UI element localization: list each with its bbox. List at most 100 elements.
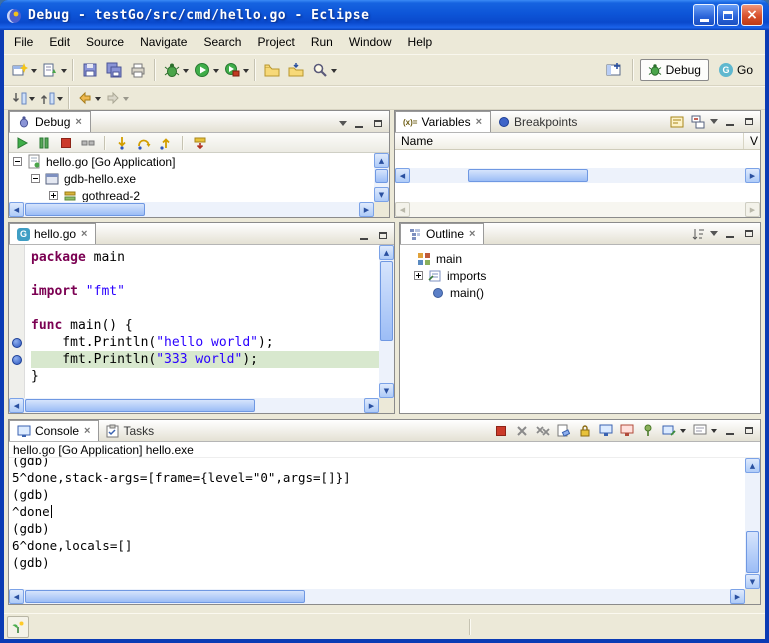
open-perspective-button[interactable] [602,58,626,82]
editor-gutter[interactable] [9,245,25,398]
scroll-up-icon[interactable]: ▲ [374,153,389,168]
menu-run[interactable]: Run [303,32,341,52]
new-wizard-button[interactable] [8,58,32,82]
dropdown-arrow[interactable] [29,97,35,104]
debug-horizontal-scrollbar[interactable]: ◀ ▶ [9,202,374,217]
minimize-window-button[interactable] [693,4,715,26]
scroll-left-icon[interactable]: ◀ [9,202,24,217]
code-line[interactable]: package main [31,249,379,266]
detail-horizontal-scrollbar[interactable]: ◀ ▶ [395,202,760,217]
code-line[interactable]: fmt.Println("333 world"); [31,351,379,368]
open-console-icon[interactable] [660,422,677,439]
clear-console-icon[interactable] [555,422,572,439]
scroll-left-icon[interactable]: ◀ [9,398,24,413]
code-line[interactable]: fmt.Println("hello world"); [31,334,379,351]
editor-code[interactable]: package main import "fmt" func main() { … [25,245,379,398]
gutter-line[interactable] [9,300,24,317]
scroll-left-icon[interactable]: ◀ [395,168,410,183]
status-tip-button[interactable] [7,616,29,638]
expand-expander-icon[interactable] [414,271,423,280]
remove-all-launches-icon[interactable] [534,422,551,439]
gutter-line[interactable] [9,351,24,368]
show-type-names-icon[interactable] [668,113,685,130]
close-tab-icon[interactable]: × [475,116,483,128]
view-menu-icon[interactable] [339,121,347,130]
dropdown-arrow[interactable] [331,69,337,76]
tree-row-thread[interactable]: gothread-2 [9,187,374,202]
scroll-thumb[interactable] [380,261,393,341]
scroll-right-icon[interactable]: ▶ [745,202,760,217]
close-tab-icon[interactable]: × [468,228,476,240]
terminate-button[interactable] [56,134,76,152]
display-selected-console-icon[interactable] [691,422,708,439]
column-value[interactable]: V [744,133,760,149]
scroll-down-icon[interactable]: ▼ [379,383,394,398]
view-menu-icon[interactable] [710,119,718,128]
column-name[interactable]: Name [395,133,744,149]
view-menu-icon[interactable] [710,231,718,240]
disconnect-button[interactable] [78,134,98,152]
close-window-button[interactable]: × [741,4,763,26]
close-tab-icon[interactable]: × [74,116,82,128]
pin-console-icon[interactable] [639,422,656,439]
collapse-expander-icon[interactable] [31,174,40,183]
variables-horizontal-scrollbar[interactable]: ◀ ▶ [395,168,760,183]
collapse-all-icon[interactable] [689,113,706,130]
debug-vertical-scrollbar[interactable]: ▲ ▼ [374,153,389,202]
step-over-button[interactable] [134,134,154,152]
maximize-view-button[interactable] [741,227,756,240]
scroll-thumb[interactable] [25,399,255,412]
minimize-view-button[interactable] [722,424,737,437]
gutter-line[interactable] [9,317,24,334]
scroll-thumb[interactable] [468,169,588,182]
dropdown-arrow[interactable] [183,69,189,76]
import-folder-button[interactable] [284,58,308,82]
maximize-view-button[interactable] [741,424,756,437]
scroll-right-icon[interactable]: ▶ [359,202,374,217]
scroll-lock-icon[interactable] [576,422,593,439]
minimize-view-button[interactable] [722,115,737,128]
outline-row-package[interactable]: main [400,250,760,267]
console-horizontal-scrollbar[interactable]: ◀ ▶ [9,589,745,604]
dropdown-arrow[interactable] [31,69,37,76]
menu-source[interactable]: Source [78,32,132,52]
variables-tree[interactable] [395,150,760,168]
scroll-down-icon[interactable]: ▼ [745,574,760,589]
minimize-view-button[interactable] [351,117,366,130]
scroll-thumb[interactable] [25,203,145,216]
tab-tasks[interactable]: Tasks [99,420,161,441]
forward-button[interactable] [102,88,124,108]
expand-expander-icon[interactable] [49,191,58,200]
scroll-thumb[interactable] [25,590,305,603]
remove-launch-icon[interactable] [513,422,530,439]
save-button[interactable] [78,58,102,82]
debug-button[interactable] [160,58,184,82]
previous-annotation-button[interactable] [36,88,58,108]
use-step-filters-button[interactable] [190,134,210,152]
gutter-line[interactable] [9,368,24,385]
close-tab-icon[interactable]: × [80,228,88,240]
scroll-thumb[interactable] [375,169,388,183]
perspective-debug-button[interactable]: Debug [640,59,709,81]
scroll-up-icon[interactable]: ▲ [745,458,760,473]
editor-horizontal-scrollbar[interactable]: ◀ ▶ [9,398,379,413]
scroll-right-icon[interactable]: ▶ [364,398,379,413]
next-annotation-button[interactable] [8,88,30,108]
search-button[interactable] [308,58,332,82]
menu-search[interactable]: Search [195,32,249,52]
save-all-button[interactable] [102,58,126,82]
step-return-button[interactable] [156,134,176,152]
menu-help[interactable]: Help [400,32,441,52]
tab-outline[interactable]: Outline × [400,223,484,244]
outline-row-imports[interactable]: imports [400,267,760,284]
gutter-line[interactable] [9,334,24,351]
tab-console[interactable]: Console × [9,420,99,441]
scroll-up-icon[interactable]: ▲ [379,245,394,260]
print-button[interactable] [126,58,150,82]
dropdown-arrow[interactable] [61,69,67,76]
outline-row-main-func[interactable]: main() [400,284,760,301]
maximize-view-button[interactable] [370,117,385,130]
sort-icon[interactable] [689,225,706,242]
console-output[interactable]: (gdb)5^done,stack-args=[frame={level="0"… [9,458,745,589]
dropdown-arrow[interactable] [213,69,219,76]
